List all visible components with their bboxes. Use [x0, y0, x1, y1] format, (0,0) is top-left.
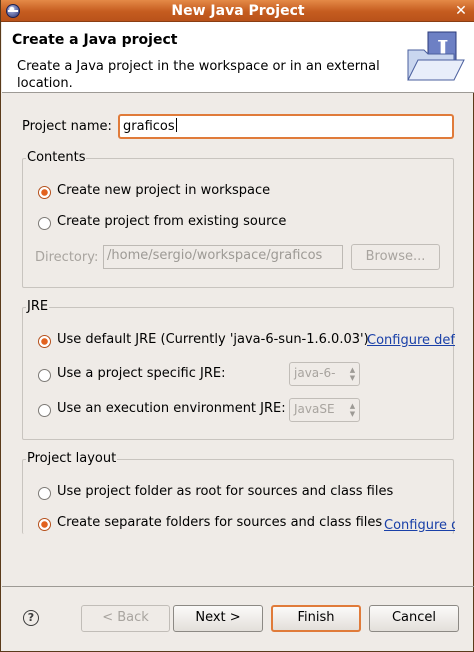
configure-default-layout-link[interactable]: Configure d: [384, 518, 455, 533]
option-existing-source-label[interactable]: Create project from existing source: [57, 214, 286, 229]
java-project-folder-icon: J: [407, 31, 465, 81]
title-bar[interactable]: New Java Project ✕: [1, 0, 474, 22]
banner-message: Create a Java project in the workspace o…: [17, 59, 380, 91]
radio-execution-env-jre[interactable]: [38, 404, 51, 417]
next-button[interactable]: Next >: [173, 605, 263, 632]
project-layout-group-title: Project layout: [26, 451, 118, 466]
radio-separate-folders[interactable]: [38, 518, 51, 531]
option-separate-folders-label[interactable]: Create separate folders for sources and …: [57, 515, 382, 530]
combo-spin-icon: ▲ ▼: [349, 366, 356, 382]
project-name-input[interactable]: graficos: [118, 114, 454, 139]
footer-separator: [2, 586, 474, 587]
finish-button[interactable]: Finish: [271, 605, 361, 632]
project-jre-combo[interactable]: java-6- ▲ ▼: [289, 362, 360, 386]
help-icon[interactable]: ?: [23, 610, 39, 626]
close-icon[interactable]: ✕: [453, 3, 469, 19]
window-title: New Java Project: [171, 3, 305, 19]
option-project-specific-jre-label[interactable]: Use a project specific JRE:: [57, 366, 225, 381]
cancel-button[interactable]: Cancel: [369, 605, 459, 632]
project-name-label: Project name:: [22, 119, 112, 134]
radio-existing-source[interactable]: [38, 217, 51, 230]
radio-project-specific-jre[interactable]: [38, 369, 51, 382]
jre-group-title: JRE: [26, 299, 50, 314]
radio-project-folder-root[interactable]: [38, 487, 51, 500]
contents-group-title: Contents: [26, 150, 87, 165]
browse-button[interactable]: Browse...: [351, 244, 440, 270]
text-caret: [175, 118, 177, 132]
configure-jres-link[interactable]: Configure defa: [367, 333, 455, 348]
option-new-project-label[interactable]: Create new project in workspace: [57, 183, 270, 198]
new-java-project-dialog: New Java Project ✕ Create a Java project…: [0, 0, 474, 652]
option-project-folder-root-label[interactable]: Use project folder as root for sources a…: [57, 484, 393, 499]
directory-input[interactable]: /home/sergio/workspace/graficos: [103, 245, 343, 269]
back-button[interactable]: < Back: [81, 605, 170, 632]
banner-title: Create a Java project: [12, 32, 178, 48]
execution-env-combo[interactable]: JavaSE ▲ ▼: [289, 398, 360, 422]
directory-label: Directory:: [35, 250, 99, 265]
radio-new-project[interactable]: [38, 186, 51, 199]
combo-spin-icon: ▲ ▼: [349, 402, 356, 418]
option-default-jre-label[interactable]: Use default JRE (Currently 'java-6-sun-1…: [57, 332, 369, 347]
option-execution-env-jre-label[interactable]: Use an execution environment JRE:: [57, 401, 286, 416]
wizard-banner: Create a Java project Create a Java proj…: [2, 22, 474, 93]
radio-default-jre[interactable]: [38, 335, 51, 348]
